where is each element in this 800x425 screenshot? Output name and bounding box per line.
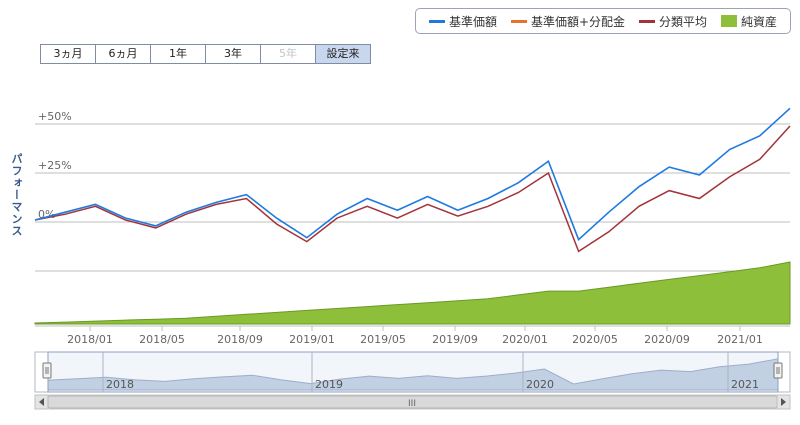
legend-item[interactable]: 基準価額	[428, 13, 497, 30]
x-tick-label: 2020/09	[644, 333, 690, 346]
x-tick-label: 2020/05	[572, 333, 618, 346]
legend: 基準価額 基準価額+分配金 分類平均 純資産	[415, 8, 791, 34]
legend-line-swatch	[639, 19, 655, 23]
y-axis-label: パフォーマンス	[10, 153, 23, 237]
navigator-year-label: 2018	[106, 378, 134, 391]
navigator-year-label: 2019	[315, 378, 343, 391]
scrollbar[interactable]: III	[34, 394, 791, 410]
grid-lines	[35, 123, 790, 272]
x-tick-label: 2018/01	[67, 333, 113, 346]
range-button[interactable]: 6ヵ月	[96, 45, 151, 63]
x-tick-labels: 2018/01 2018/05 2018/09 2019/01 2019/05 2019/…	[67, 326, 763, 346]
legend-line-swatch	[510, 19, 527, 23]
navigator-selection[interactable]	[47, 351, 779, 393]
legend-item[interactable]: 純資産	[720, 13, 777, 30]
category-average-line	[34, 125, 791, 253]
y-tick-label: +50%	[38, 110, 72, 123]
nav-line	[34, 107, 791, 241]
legend-label: 純資産	[740, 14, 777, 29]
legend-label: 基準価額+分配金	[530, 14, 626, 29]
range-button[interactable]: 1年	[151, 45, 206, 63]
range-button[interactable]: 5年	[261, 45, 316, 63]
y-tick-label: +25%	[38, 159, 72, 172]
range-button[interactable]: 3年	[206, 45, 261, 63]
x-tick-label: 2018/09	[217, 333, 263, 346]
legend-label: 分類平均	[659, 14, 708, 29]
x-tick-label: 2019/09	[432, 333, 478, 346]
y-tick-labels: +50%+25%0%	[38, 110, 72, 221]
legend-item[interactable]: 分類平均	[639, 13, 707, 30]
legend-area-swatch	[720, 15, 737, 27]
legend-line-swatch	[428, 19, 445, 23]
x-tick-label: 2019/05	[360, 333, 406, 346]
navigator[interactable]: 2018 2019 2020 2021	[34, 351, 791, 393]
range-button[interactable]: 3ヵ月	[41, 45, 96, 63]
x-tick-label: 2020/01	[502, 333, 548, 346]
navigator-year-label: 2020	[526, 378, 554, 391]
x-tick-label: 2018/05	[139, 333, 185, 346]
legend-label: 基準価額	[448, 14, 497, 29]
navigator-right-handle[interactable]	[773, 362, 783, 379]
navigator-year-label: 2021	[731, 378, 759, 391]
x-tick-label: 2019/01	[289, 333, 335, 346]
navigator-left-handle[interactable]	[42, 362, 52, 379]
legend-item[interactable]: 基準価額+分配金	[510, 13, 626, 30]
range-selector: 3ヵ月 6ヵ月 1年 3年 5年 設定来	[40, 44, 371, 64]
x-tick-label: 2021/01	[717, 333, 763, 346]
scrollbar-grip: III	[408, 399, 416, 409]
range-button[interactable]: 設定来	[316, 45, 370, 63]
